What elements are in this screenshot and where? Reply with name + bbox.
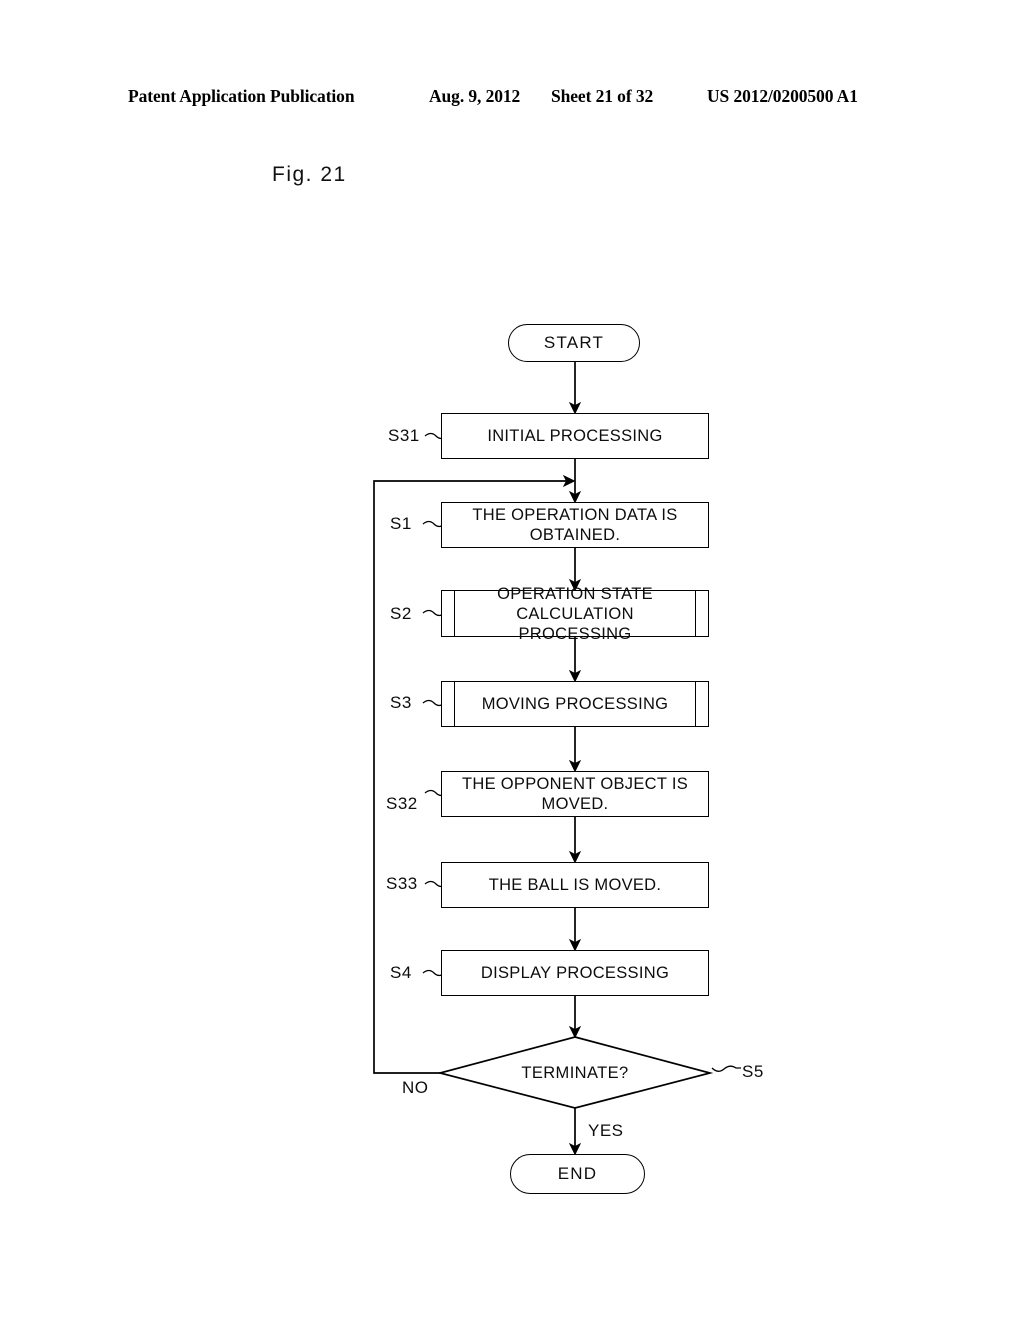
step-label-s33: S33 — [386, 874, 418, 893]
flowchart-node-start-label: START — [543, 333, 605, 352]
step-label-s31: S31 — [388, 426, 420, 445]
flowchart-connectors — [373, 362, 741, 1156]
flowchart-node-start[interactable]: START — [508, 324, 640, 362]
flowchart-node-operation-state-calculation-processing-label: OPERATION STATE CALCULATION PROCESSING — [497, 584, 653, 643]
flowchart-node-operation-state-calculation-processing[interactable]: OPERATION STATE CALCULATION PROCESSING — [441, 585, 709, 643]
flowchart-node-opponent-object-moved[interactable]: THE OPPONENT OBJECT IS MOVED. — [441, 771, 709, 817]
flowchart-node-display-processing[interactable]: DISPLAY PROCESSING — [441, 950, 709, 996]
step-label-s1: S1 — [390, 514, 412, 533]
step-label-s5: S5 — [742, 1062, 764, 1081]
flowchart-node-operation-data-obtained-label: THE OPERATION DATA IS OBTAINED. — [472, 506, 678, 544]
flowchart-node-terminate-decision-label: TERMINATE? — [521, 1064, 629, 1082]
step-label-s32: S32 — [386, 794, 418, 813]
flowchart-diagram: START S31 INITIAL PROCESSING S1 THE OPER… — [0, 0, 1024, 1320]
flowchart-node-opponent-object-moved-label: THE OPPONENT OBJECT IS MOVED. — [461, 775, 689, 813]
branch-label-no: NO — [402, 1078, 429, 1097]
step-label-s4: S4 — [390, 963, 412, 982]
flowchart-node-initial-processing[interactable]: INITIAL PROCESSING — [441, 413, 709, 459]
flowchart-node-moving-processing-label: MOVING PROCESSING — [481, 695, 669, 713]
flowchart-node-end[interactable]: END — [510, 1154, 645, 1194]
flowchart-node-end-label: END — [557, 1164, 598, 1183]
step-label-s3: S3 — [390, 693, 412, 712]
flowchart-node-operation-data-obtained[interactable]: THE OPERATION DATA IS OBTAINED. — [441, 502, 709, 548]
flowchart-node-ball-moved-label: THE BALL IS MOVED. — [488, 876, 662, 894]
flowchart-node-initial-processing-label: INITIAL PROCESSING — [487, 427, 663, 445]
flowchart-node-ball-moved[interactable]: THE BALL IS MOVED. — [441, 862, 709, 908]
step-label-s2: S2 — [390, 604, 412, 623]
branch-label-yes: YES — [588, 1121, 624, 1140]
flowchart-node-display-processing-label: DISPLAY PROCESSING — [480, 964, 670, 982]
flowchart-node-moving-processing[interactable]: MOVING PROCESSING — [441, 681, 709, 727]
